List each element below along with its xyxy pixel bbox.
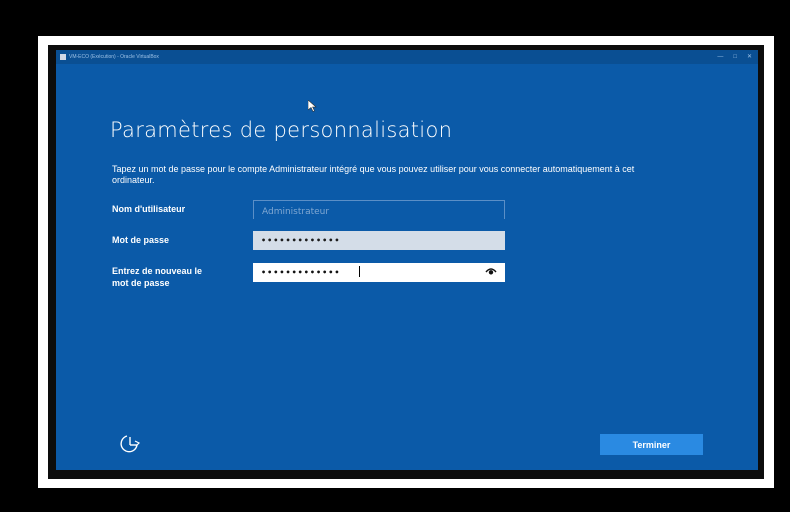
password-field-wrapper	[253, 230, 505, 250]
page-title: Paramètres de personnalisation	[110, 118, 453, 142]
confirm-password-field[interactable]	[253, 263, 505, 282]
confirm-label-line1: Entrez de nouveau le	[112, 266, 203, 276]
confirm-password-field-wrapper	[253, 262, 505, 282]
eye-icon[interactable]	[485, 266, 497, 276]
confirm-password-label: Entrez de nouveau le mot de passe	[112, 265, 202, 289]
text-caret	[359, 266, 360, 277]
setup-window: VM-ECO (Exécution) - Oracle VirtualBox —…	[56, 50, 758, 470]
confirm-label-line2: mot de passe	[112, 278, 170, 288]
password-label: Mot de passe	[112, 235, 170, 245]
password-field[interactable]	[253, 231, 505, 250]
close-icon[interactable]: ✕	[747, 50, 752, 64]
username-field[interactable]	[254, 203, 504, 221]
mouse-pointer-icon	[308, 100, 317, 112]
minimize-icon[interactable]: —	[717, 50, 723, 64]
username-label: Nom d'utilisateur	[112, 204, 186, 214]
window-title: VM-ECO (Exécution) - Oracle VirtualBox	[69, 54, 159, 60]
window-controls: — □ ✕	[717, 50, 752, 64]
ease-of-access-icon[interactable]	[118, 432, 142, 454]
title-bar: VM-ECO (Exécution) - Oracle VirtualBox —…	[56, 50, 758, 64]
maximize-icon[interactable]: □	[733, 50, 737, 64]
app-icon	[60, 54, 66, 60]
username-field-wrapper	[253, 200, 505, 221]
finish-button[interactable]: Terminer	[600, 434, 703, 455]
page-description: Tapez un mot de passe pour le compte Adm…	[112, 164, 635, 185]
